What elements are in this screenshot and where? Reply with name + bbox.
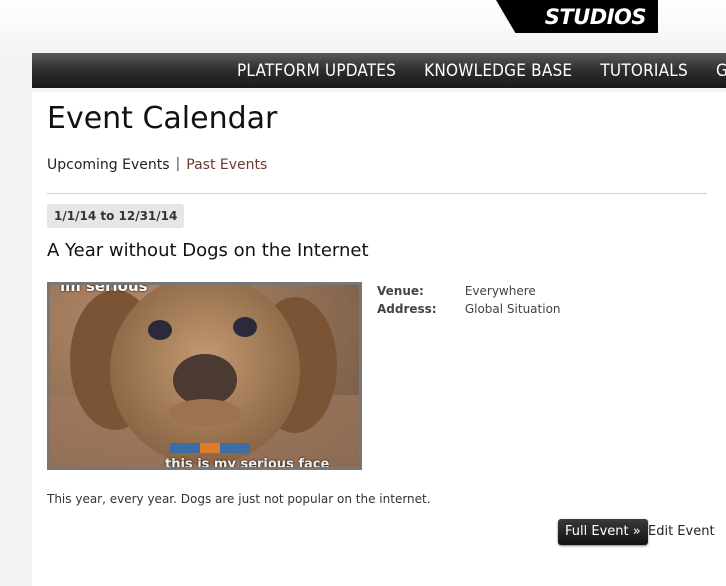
event-description: This year, every year. Dogs are just not… — [47, 492, 431, 506]
venue-value: Everywhere — [464, 284, 536, 298]
venue-label: Venue: — [377, 284, 424, 298]
logo-text: STUDIOS — [544, 5, 647, 29]
nav-item-go[interactable]: GO — [716, 53, 726, 88]
image-caption-bottom: this is my serious face — [165, 457, 330, 470]
full-event-button[interactable]: Full Event » — [558, 519, 648, 545]
page-title: Event Calendar — [47, 101, 278, 136]
event-tabs: Upcoming Events | Past Events — [47, 156, 267, 173]
address-label: Address: — [377, 302, 437, 316]
studios-logo[interactable]: STUDIOS — [496, 0, 658, 33]
nav-item-tutorials[interactable]: TUTORIALS — [600, 53, 688, 88]
tab-past-events[interactable]: Past Events — [186, 157, 267, 173]
nav-item-platform-updates[interactable]: PLATFORM UPDATES — [237, 53, 396, 88]
dog-photo-illustration — [50, 285, 359, 467]
tab-upcoming-events[interactable]: Upcoming Events — [47, 157, 170, 173]
nav-item-knowledge-base[interactable]: KNOWLEDGE BASE — [424, 53, 572, 88]
event-title[interactable]: A Year without Dogs on the Internet — [47, 240, 369, 261]
main-nav: PLATFORM UPDATES KNOWLEDGE BASE TUTORIAL… — [32, 53, 726, 88]
tab-separator: | — [175, 156, 181, 172]
date-range-badge: 1/1/14 to 12/31/14 — [47, 204, 185, 228]
address-value: Global Situation — [464, 302, 561, 316]
edit-event-link[interactable]: Edit Event — [648, 524, 715, 539]
divider — [47, 193, 707, 194]
main-content: Event Calendar Upcoming Events | Past Even… — [32, 92, 726, 586]
image-caption-top: im serious — [60, 282, 148, 295]
event-info: Venue: Everywhere Address: Global Situat… — [377, 282, 561, 318]
event-image[interactable]: im serious this is my serious face — [47, 282, 362, 470]
